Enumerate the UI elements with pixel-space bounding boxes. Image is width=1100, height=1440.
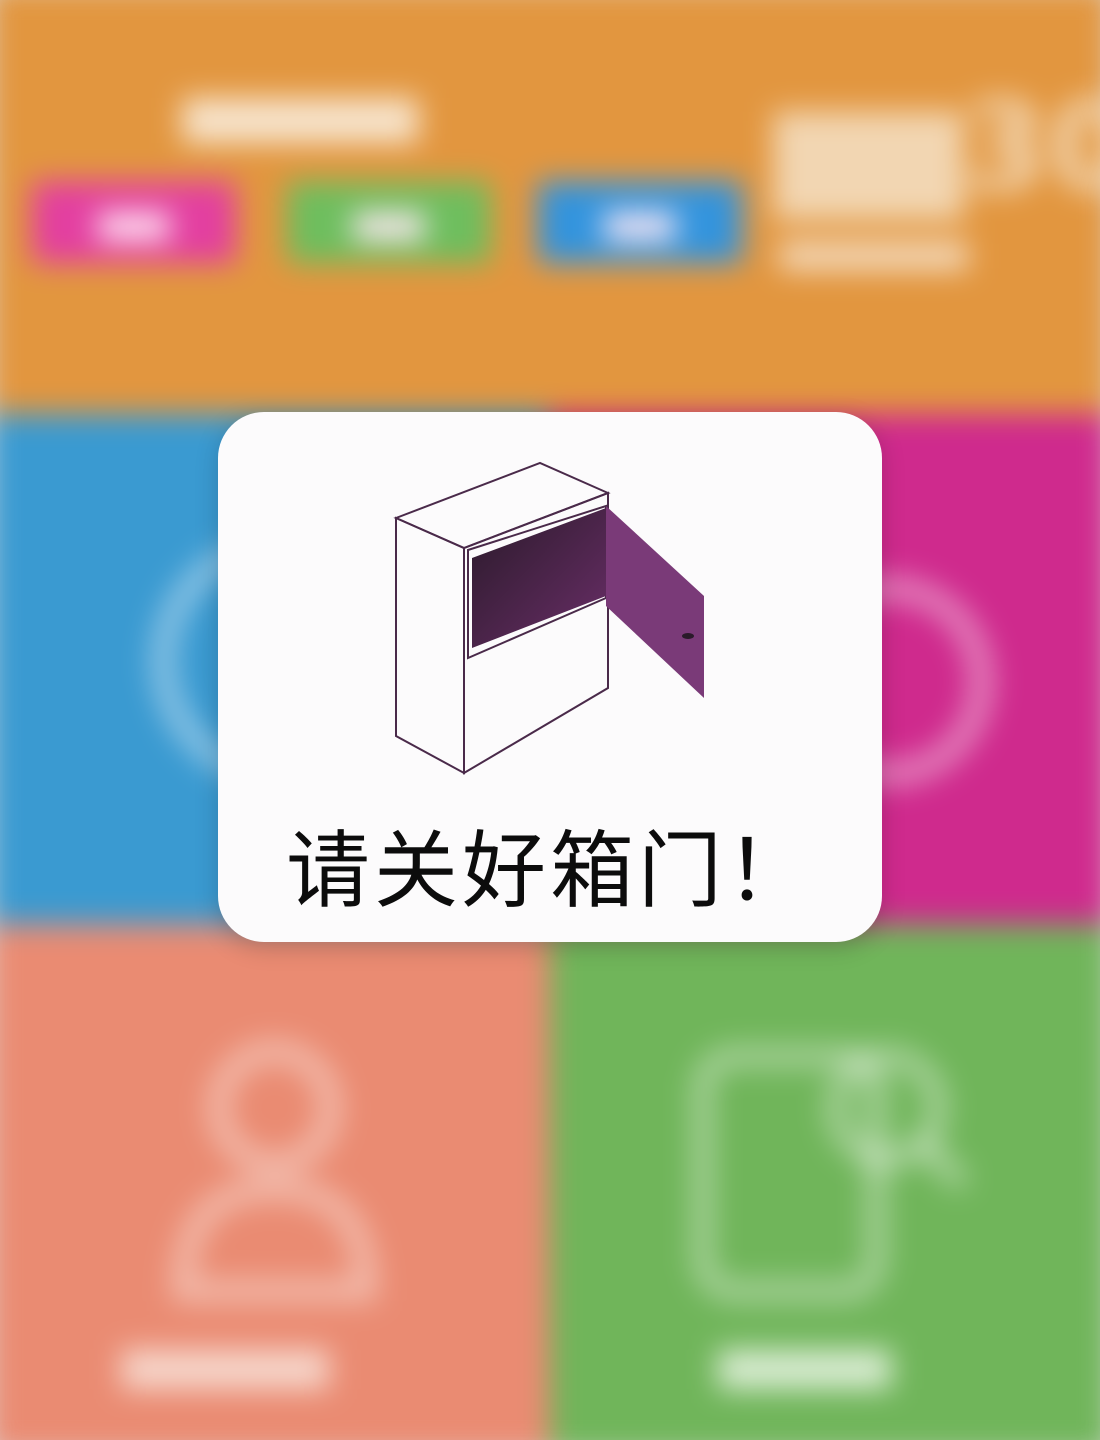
header-panel: ▆▆▆▆▆▆ ▆▆▆ ▆▆▆ ▆▆▆ ▆▆30 ▆▆▆▆▆▆▆▆ [0,0,1100,415]
header-counter: ▆▆30 [774,77,1100,220]
close-door-dialog: 请关好箱门！ [218,412,882,942]
header-button-2: ▆▆▆ [286,181,491,264]
dialog-message: 请关好箱门！ [285,822,814,920]
tile-green: ▆▆▆▆▆ [550,924,1100,1440]
header-title: ▆▆▆▆▆▆ [182,83,419,143]
tile-green-label: ▆▆▆▆▆ [718,1337,891,1390]
tile-salmon-label: ▆▆▆▆▆▆ [121,1337,329,1390]
header-button-3: ▆▆▆ [537,181,742,264]
open-locker-door-icon [393,461,704,775]
tile-salmon: ▆▆▆▆▆▆ [0,924,550,1440]
header-button-1: ▆▆▆ [31,181,236,264]
header-subtext: ▆▆▆▆▆▆▆▆ [779,234,968,271]
search-document-icon [693,1047,970,1301]
user-icon [172,1041,377,1302]
